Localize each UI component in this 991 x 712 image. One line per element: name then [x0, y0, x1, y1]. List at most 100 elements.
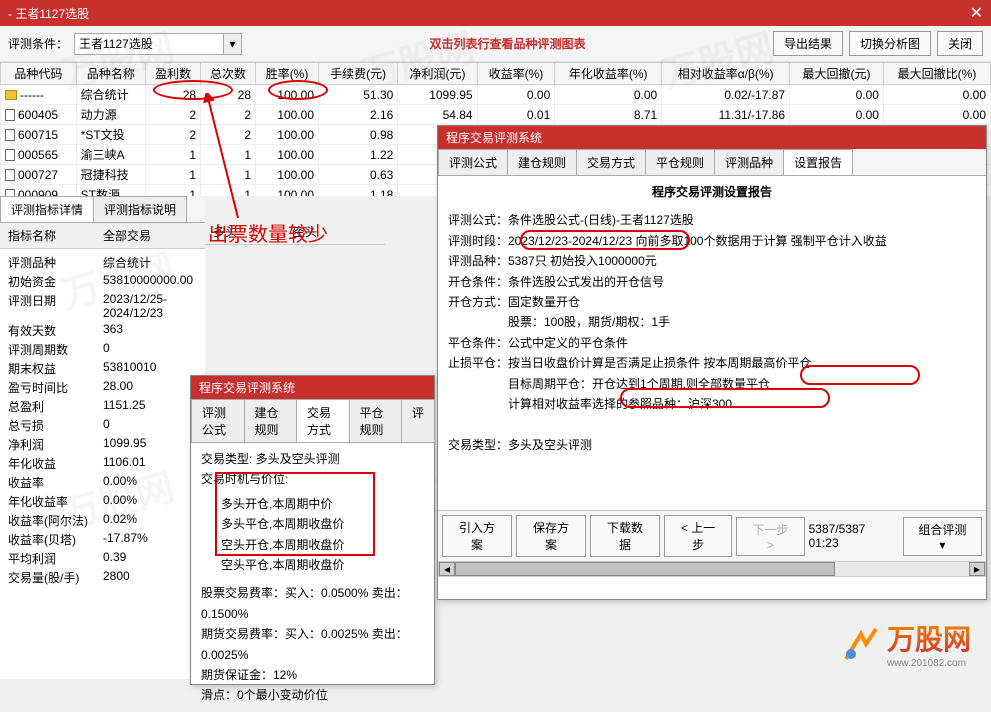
report-line: 计算相对收益率选择的参照品种：沪深300: [448, 394, 976, 414]
col-short: 空头: [293, 223, 317, 240]
p1-l1: 交易类型: 多头及空头评测: [201, 449, 424, 469]
detail-row: 收益率0.00%: [8, 473, 197, 492]
detail-row: 收益率(贝塔)-17.87%: [8, 530, 197, 549]
col-header[interactable]: 手续费(元): [319, 63, 398, 85]
col-name: 指标名称: [8, 227, 103, 244]
detail-row: 评测周期数0: [8, 340, 197, 359]
detail-row: 期末权益53810010: [8, 359, 197, 378]
tab-item[interactable]: 交易方式: [296, 399, 350, 442]
tab-item[interactable]: 平仓规则: [645, 149, 715, 175]
table-row[interactable]: ------综合统计2828100.0051.301099.950.000.00…: [1, 85, 991, 105]
p1-future: 期货交易费率：买入：0.0025% 卖出：0.0025%: [201, 624, 424, 665]
trade-rule-line: 空头平仓,本周期收盘价: [221, 555, 424, 575]
tab-item[interactable]: 建仓规则: [244, 399, 298, 442]
tab-item[interactable]: 建仓规则: [507, 149, 577, 175]
doc-icon: [5, 109, 15, 121]
popup2-title: 程序交易评测系统: [438, 126, 986, 149]
detail-row: 交易量(股/手)2800: [8, 568, 197, 587]
scroll-left-icon[interactable]: ◂: [439, 562, 455, 576]
tab-item[interactable]: 评测品种: [714, 149, 784, 175]
detail-row: 总盈利1151.25: [8, 397, 197, 416]
report-line: 开仓条件：条件选股公式发出的开仓信号: [448, 272, 976, 292]
table-row[interactable]: 600405动力源22100.002.1654.840.018.7111.31/…: [1, 105, 991, 125]
folder-icon: [5, 90, 17, 100]
detail-row: 年化收益1106.01: [8, 454, 197, 473]
doc-icon: [5, 129, 15, 141]
report-line: 目标周期平仓：开仓达到1个周期,则全部数量平仓: [448, 374, 976, 394]
doc-icon: [5, 149, 15, 161]
detail-row: 有效天数363: [8, 321, 197, 340]
detail-row: 平均利润0.39: [8, 549, 197, 568]
report-line: 止损平仓：按当日收盘价计算是否满足止损条件 按本周期最高价平仓: [448, 353, 976, 373]
tab-item[interactable]: 平仓规则: [349, 399, 403, 442]
detail-row: 总亏损0: [8, 416, 197, 435]
col-header[interactable]: 盈利数: [146, 63, 201, 85]
import-button[interactable]: 引入方案: [442, 515, 512, 557]
report-title: 程序交易评测设置报告: [448, 182, 976, 202]
p1-l2: 交易时机与价位:: [201, 469, 424, 489]
detail-tabs: 评测指标详情 评测指标说明: [0, 196, 205, 223]
tab-item[interactable]: 评测公式: [191, 399, 245, 442]
condition-combo[interactable]: ▾: [74, 33, 242, 55]
col-header[interactable]: 品种名称: [76, 63, 146, 85]
col-all: 全部交易: [103, 227, 158, 244]
col-header[interactable]: 总次数: [201, 63, 256, 85]
tab-detail[interactable]: 评测指标详情: [0, 196, 94, 222]
toolbar: 评测条件： ▾ 双击列表行查看品种评测图表 导出结果 切换分析图 关闭: [0, 26, 991, 62]
condition-input[interactable]: [74, 33, 224, 55]
trade-rule-line: 多头平仓,本周期收盘价: [221, 514, 424, 534]
report-line: 评测品种：5387只 初始投入1000000元: [448, 251, 976, 271]
trade-rule-line: 空头开仓,本周期收盘价: [221, 535, 424, 555]
p1-slip: 滑点：0个最小变动价位: [201, 685, 424, 705]
trade-rule-line: 多头开仓,本周期中价: [221, 494, 424, 514]
tab-item[interactable]: 交易方式: [576, 149, 646, 175]
col-header[interactable]: 胜率(%): [256, 63, 319, 85]
combo-eval-button[interactable]: 组合评测 ▾: [903, 517, 982, 556]
popup-trade-system-1: 程序交易评测系统 评测公式建仓规则交易方式平仓规则评 交易类型: 多头及空头评测…: [190, 375, 435, 685]
save-button[interactable]: 保存方案: [516, 515, 586, 557]
hint-text: 双击列表行查看品种评测图表: [429, 35, 585, 52]
close-icon[interactable]: ✕: [970, 3, 983, 23]
col-header[interactable]: 最大回撤比(%): [883, 63, 990, 85]
scroll-thumb[interactable]: [455, 562, 835, 576]
tab-item[interactable]: 设置报告: [783, 149, 853, 175]
popup1-title: 程序交易评测系统: [191, 376, 434, 399]
col-header[interactable]: 品种代码: [1, 63, 77, 85]
report-line: 平仓条件：公式中定义的平仓条件: [448, 333, 976, 353]
tab-item[interactable]: 评: [401, 399, 435, 442]
p1-stock: 股票交易费率：买入：0.0500% 卖出：0.1500%: [201, 583, 424, 624]
col-long: 多头: [213, 223, 293, 240]
col-header[interactable]: 相对收益率α/β(%): [662, 63, 790, 85]
chevron-down-icon[interactable]: ▾: [224, 33, 242, 55]
doc-icon: [5, 169, 15, 181]
detail-row: 初始资金53810000000.00: [8, 272, 197, 291]
p1-margin: 期货保证金：12%: [201, 665, 424, 685]
scroll-right-icon[interactable]: ▸: [969, 562, 985, 576]
detail-row: 年化收益率0.00%: [8, 492, 197, 511]
report-line: 开仓方式：固定数量开仓: [448, 292, 976, 312]
detail-row: 评测日期2023/12/25-2024/12/23: [8, 291, 197, 321]
col-header[interactable]: 最大回撤(元): [790, 63, 884, 85]
col-header[interactable]: 收益率(%): [477, 63, 555, 85]
switch-chart-button[interactable]: 切换分析图: [849, 31, 931, 56]
status-text: 5387/5387 01:23: [809, 522, 899, 550]
next-button: 下一步 >: [736, 517, 804, 556]
detail-row: 收益率(阿尔法)0.02%: [8, 511, 197, 530]
watermark-logo: 万股网 www.201082.com: [841, 618, 971, 669]
prev-button[interactable]: < 上一步: [664, 515, 732, 557]
popup-trade-system-2: 程序交易评测系统 评测公式建仓规则交易方式平仓规则评测品种设置报告 程序交易评测…: [437, 125, 987, 600]
tab-item[interactable]: 评测公式: [438, 149, 508, 175]
title-bar: - 王者1127选股 ✕: [0, 0, 991, 26]
window-title: - 王者1127选股: [8, 5, 89, 22]
download-button[interactable]: 下载数据: [590, 515, 660, 557]
export-button[interactable]: 导出结果: [773, 31, 843, 56]
logo-url: www.201082.com: [887, 658, 971, 669]
detail-row: 评测品种综合统计: [8, 253, 197, 272]
logo-text: 万股网: [887, 618, 971, 658]
close-button[interactable]: 关闭: [937, 31, 983, 56]
condition-label: 评测条件：: [8, 35, 68, 52]
scrollbar-horizontal[interactable]: ◂ ▸: [438, 561, 986, 577]
tab-desc[interactable]: 评测指标说明: [93, 196, 187, 222]
col-header[interactable]: 净利润(元): [398, 63, 477, 85]
col-header[interactable]: 年化收益率(%): [555, 63, 662, 85]
